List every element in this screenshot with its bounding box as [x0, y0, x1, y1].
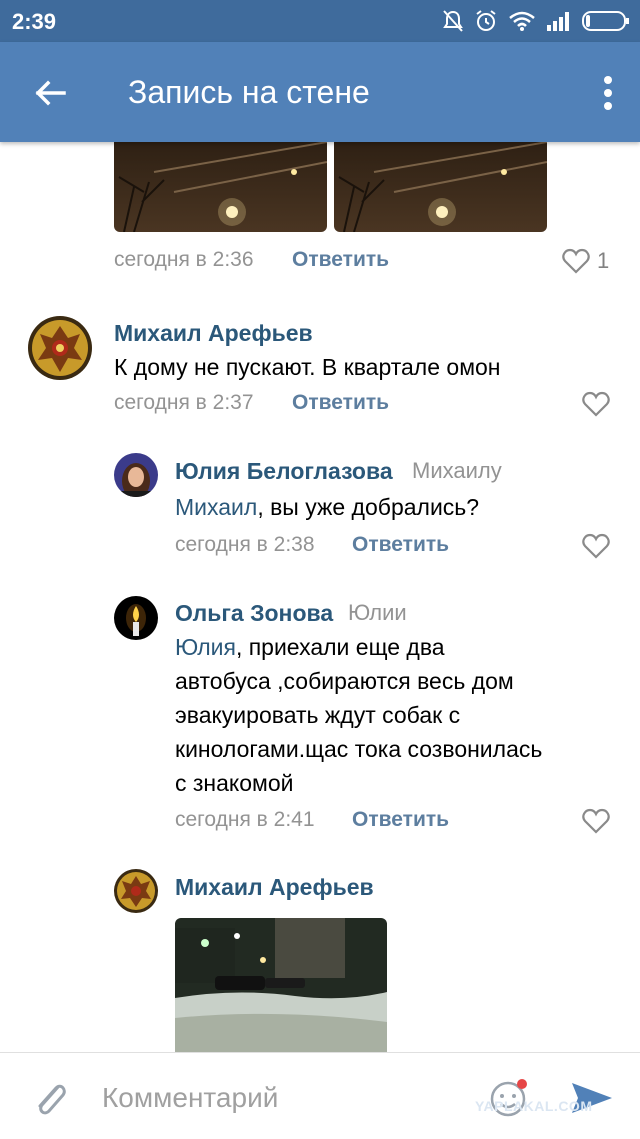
attached-photo[interactable] [114, 142, 327, 232]
watermark: YAPLAKAL.COM [475, 1098, 593, 1114]
like-count: 1 [597, 248, 610, 273]
attached-photo[interactable] [334, 142, 547, 232]
comment-text: К дому не пускают. В квартале омон [114, 354, 501, 380]
app-bar: Запись на стене [0, 42, 640, 142]
comment-timestamp: сегодня в 2:41 [175, 808, 315, 831]
page-title: Запись на стене [128, 74, 370, 110]
text-line: кинологами.щас тока созвонилась [175, 736, 543, 762]
reply-to-user[interactable]: Юлии [348, 600, 407, 626]
comment-body: , приехали еще два [235, 634, 445, 660]
more-vertical-icon[interactable] [602, 74, 614, 112]
comment-body: , вы уже добрались? [257, 494, 480, 520]
attached-photo[interactable] [175, 918, 387, 1052]
signal-icon [547, 12, 569, 31]
heart-icon[interactable] [562, 248, 590, 274]
comment-timestamp: сегодня в 2:37 [114, 391, 254, 414]
text-line: Юлия, приехали еще два [175, 630, 625, 664]
battery-icon [582, 11, 629, 31]
portrait-image [114, 453, 158, 497]
comment-composer: YAPLAKAL.COM [0, 1052, 640, 1139]
comment-timestamp: сегодня в 2:36 [114, 248, 254, 271]
reply-button[interactable]: Ответить [352, 808, 449, 832]
comment-author[interactable]: Михаил Арефьев [175, 874, 374, 901]
paperclip-icon[interactable] [30, 1077, 70, 1121]
reply-button[interactable]: Ответить [352, 533, 449, 557]
candle-image [114, 596, 158, 640]
comment-author[interactable]: Ольга Зонова [175, 600, 333, 627]
comment-author[interactable]: Михаил Арефьев [114, 320, 313, 347]
coat-of-arms-image [28, 316, 92, 380]
night-street-photo [114, 142, 327, 232]
wifi-icon [509, 11, 535, 31]
mute-bell-icon [443, 10, 463, 32]
avatar[interactable] [114, 869, 158, 913]
comment-timestamp: сегодня в 2:38 [175, 533, 315, 556]
night-street-photo [334, 142, 547, 232]
heart-icon[interactable] [582, 391, 610, 417]
alarm-icon [476, 10, 496, 31]
back-arrow-icon[interactable] [30, 72, 72, 114]
mention-link[interactable]: Михаил [175, 494, 257, 520]
coat-of-arms-image [114, 869, 158, 913]
reply-button[interactable]: Ответить [292, 391, 389, 415]
comment-input[interactable] [100, 1075, 464, 1121]
avatar[interactable] [114, 596, 158, 640]
avatar[interactable] [28, 316, 92, 380]
reply-button[interactable]: Ответить [292, 248, 389, 272]
heart-icon[interactable] [582, 808, 610, 834]
comment-author[interactable]: Юлия Белоглазова [175, 458, 393, 485]
text-line: эвакуировать ждут собак с [175, 702, 461, 728]
comments-feed[interactable]: сегодня в 2:36 Ответить 1 Михаил Арефьев… [0, 142, 640, 1052]
reply-to-user[interactable]: Михаилу [412, 458, 502, 484]
snowy-yard-photo [175, 918, 387, 1052]
comment-text: Михаил, вы уже добрались? [175, 490, 479, 524]
avatar[interactable] [114, 453, 158, 497]
mention-link[interactable]: Юлия [175, 634, 236, 660]
status-time: 2:39 [12, 9, 57, 34]
text-line: с знакомой [175, 770, 294, 796]
heart-icon[interactable] [582, 533, 610, 559]
status-bar: 2:39 [0, 0, 640, 42]
comment-text: Юлия, приехали еще два автобуса ,собираю… [175, 630, 625, 800]
status-icons [442, 8, 630, 34]
text-line: автобуса ,собираются весь дом [175, 668, 514, 694]
